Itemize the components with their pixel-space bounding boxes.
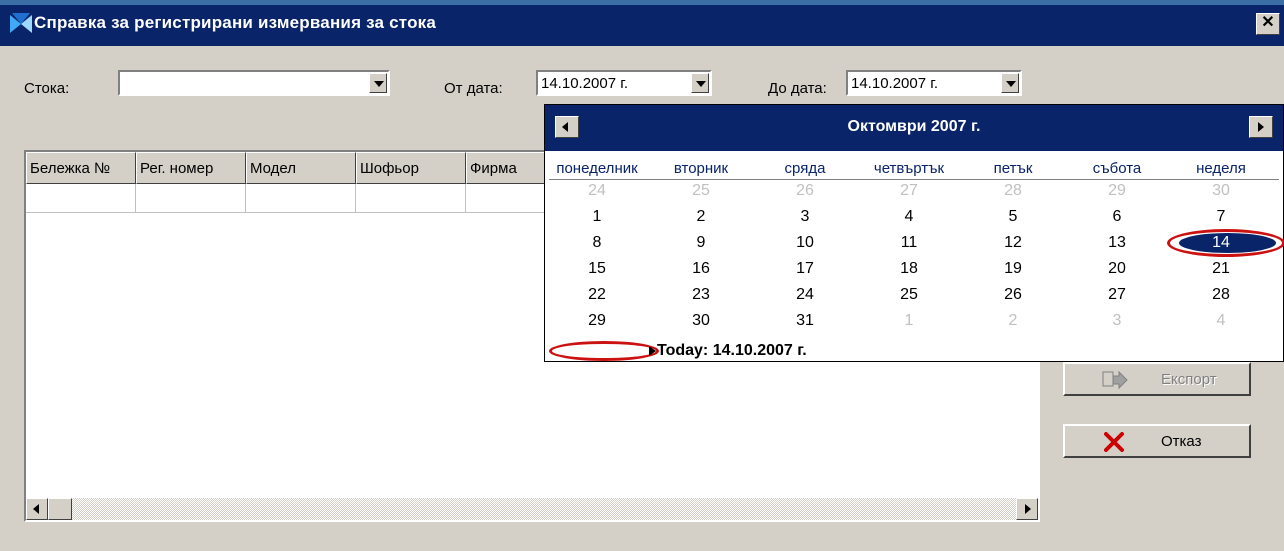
calendar-day[interactable]: 17 bbox=[753, 260, 857, 278]
horizontal-scrollbar[interactable] bbox=[26, 498, 1038, 520]
column-header-reg-number[interactable]: Рег. номер bbox=[136, 152, 246, 184]
calendar-day[interactable]: 25 bbox=[857, 286, 961, 304]
calendar-day[interactable]: 26 bbox=[753, 182, 857, 200]
selected-day-annotation bbox=[1167, 229, 1284, 257]
today-marker-icon bbox=[649, 346, 656, 356]
scroll-right-icon[interactable] bbox=[1016, 498, 1038, 520]
report-window: Справка за регистрирани измервания за ст… bbox=[0, 0, 1284, 551]
calendar-day[interactable]: 5 bbox=[961, 208, 1065, 226]
close-button[interactable]: ✕ bbox=[1256, 13, 1280, 35]
next-month-icon[interactable] bbox=[1249, 116, 1273, 138]
weekday-label: петък bbox=[993, 160, 1033, 177]
calendar-day[interactable]: 30 bbox=[649, 312, 753, 330]
calendar-day[interactable]: 22 bbox=[545, 286, 649, 304]
calendar-day[interactable]: 3 bbox=[1065, 312, 1169, 330]
calendar-day[interactable]: 31 bbox=[753, 312, 857, 330]
calendar-day[interactable]: 1 bbox=[857, 312, 961, 330]
title-stripe bbox=[0, 0, 1284, 5]
calendar-day[interactable]: 25 bbox=[649, 182, 753, 200]
table-cell[interactable] bbox=[26, 184, 136, 213]
calendar-day[interactable]: 30 bbox=[1169, 182, 1273, 200]
calendar-day[interactable]: 4 bbox=[1169, 312, 1273, 330]
calendar-day[interactable]: 6 bbox=[1065, 208, 1169, 226]
calendar-day[interactable]: 24 bbox=[753, 286, 857, 304]
cancel-label: Отказ bbox=[1161, 433, 1202, 450]
calendar-day[interactable]: 27 bbox=[857, 182, 961, 200]
calendar-day[interactable]: 9 bbox=[649, 234, 753, 252]
weekday-divider bbox=[549, 179, 1279, 180]
cancel-button[interactable]: Отказ bbox=[1063, 424, 1251, 458]
scroll-thumb[interactable] bbox=[48, 498, 72, 520]
calendar-day[interactable]: 10 bbox=[753, 234, 857, 252]
calendar-day[interactable]: 8 bbox=[545, 234, 649, 252]
calendar-day[interactable]: 15 bbox=[545, 260, 649, 278]
cancel-x-icon bbox=[1104, 432, 1124, 452]
grid-header: Бележка № Рег. номер Модел Шофьор Фирма bbox=[26, 152, 576, 184]
weekday-label: събота bbox=[1092, 160, 1142, 177]
calendar-day[interactable]: 11 bbox=[857, 234, 961, 252]
calendar-popup[interactable]: Октомври 2007 г. понеделник вторник сряда ч… bbox=[544, 104, 1284, 362]
calendar-day[interactable]: 26 bbox=[961, 286, 1065, 304]
from-date-dropdown-button[interactable] bbox=[691, 73, 709, 93]
weekday-label: неделя bbox=[1196, 160, 1246, 177]
to-date-combo[interactable]: 14.10.2007 г. bbox=[846, 70, 1022, 96]
calendar-day[interactable]: 28 bbox=[1169, 286, 1273, 304]
calendar-day[interactable]: 3 bbox=[753, 208, 857, 226]
calendar-day[interactable]: 13 bbox=[1065, 234, 1169, 252]
to-date-value: 14.10.2007 г. bbox=[851, 75, 939, 92]
calendar-day[interactable]: 4 bbox=[857, 208, 961, 226]
to-date-label: До дата: bbox=[768, 80, 827, 97]
export-button[interactable]: Експорт bbox=[1063, 362, 1251, 396]
weekday-label: вторник bbox=[673, 160, 729, 177]
product-dropdown-button[interactable] bbox=[369, 73, 387, 93]
from-date-label: От дата: bbox=[444, 80, 503, 97]
table-row[interactable] bbox=[26, 184, 576, 213]
table-cell[interactable] bbox=[356, 184, 466, 213]
weekday-label: понеделник bbox=[556, 160, 638, 177]
calendar-day[interactable]: 23 bbox=[649, 286, 753, 304]
column-header-model[interactable]: Модел bbox=[246, 152, 356, 184]
calendar-day[interactable]: 2 bbox=[649, 208, 753, 226]
calendar-day[interactable]: 16 bbox=[649, 260, 753, 278]
export-icon bbox=[1102, 370, 1128, 390]
from-date-combo[interactable]: 14.10.2007 г. bbox=[536, 70, 712, 96]
weekday-label: четвъртък bbox=[873, 160, 945, 177]
calendar-day[interactable]: 28 bbox=[961, 182, 1065, 200]
calendar-day[interactable]: 20 bbox=[1065, 260, 1169, 278]
calendar-day[interactable]: 27 bbox=[1065, 286, 1169, 304]
calendar-day[interactable]: 2 bbox=[961, 312, 1065, 330]
calendar-day[interactable]: 29 bbox=[545, 312, 649, 330]
today-link[interactable]: Today: 14.10.2007 г. bbox=[657, 342, 807, 360]
today-annotation bbox=[549, 341, 659, 361]
window-title: Справка за регистрирани измервания за ст… bbox=[34, 13, 437, 32]
column-header-receipt[interactable]: Бележка № bbox=[26, 152, 136, 184]
to-date-dropdown-button[interactable] bbox=[1001, 73, 1019, 93]
table-cell[interactable] bbox=[246, 184, 356, 213]
weekday-label: сряда bbox=[784, 160, 826, 177]
calendar-day[interactable]: 12 bbox=[961, 234, 1065, 252]
calendar-day[interactable]: 1 bbox=[545, 208, 649, 226]
calendar-day[interactable]: 7 bbox=[1169, 208, 1273, 226]
calendar-header: Октомври 2007 г. bbox=[545, 105, 1283, 151]
app-icon bbox=[10, 13, 32, 33]
calendar-day[interactable]: 19 bbox=[961, 260, 1065, 278]
calendar-month-title: Октомври 2007 г. bbox=[847, 118, 981, 135]
calendar-day[interactable]: 29 bbox=[1065, 182, 1169, 200]
product-label: Стока: bbox=[24, 80, 70, 97]
table-cell[interactable] bbox=[136, 184, 246, 213]
calendar-day[interactable]: 18 bbox=[857, 260, 961, 278]
scroll-left-icon[interactable] bbox=[26, 498, 48, 520]
calendar-day[interactable]: 21 bbox=[1169, 260, 1273, 278]
calendar-day[interactable]: 24 bbox=[545, 182, 649, 200]
from-date-value: 14.10.2007 г. bbox=[541, 75, 629, 92]
export-label: Експорт bbox=[1161, 371, 1217, 388]
title-bar[interactable]: Справка за регистрирани измервания за ст… bbox=[0, 0, 1284, 46]
product-combo[interactable] bbox=[118, 70, 390, 96]
column-header-driver[interactable]: Шофьор bbox=[356, 152, 466, 184]
